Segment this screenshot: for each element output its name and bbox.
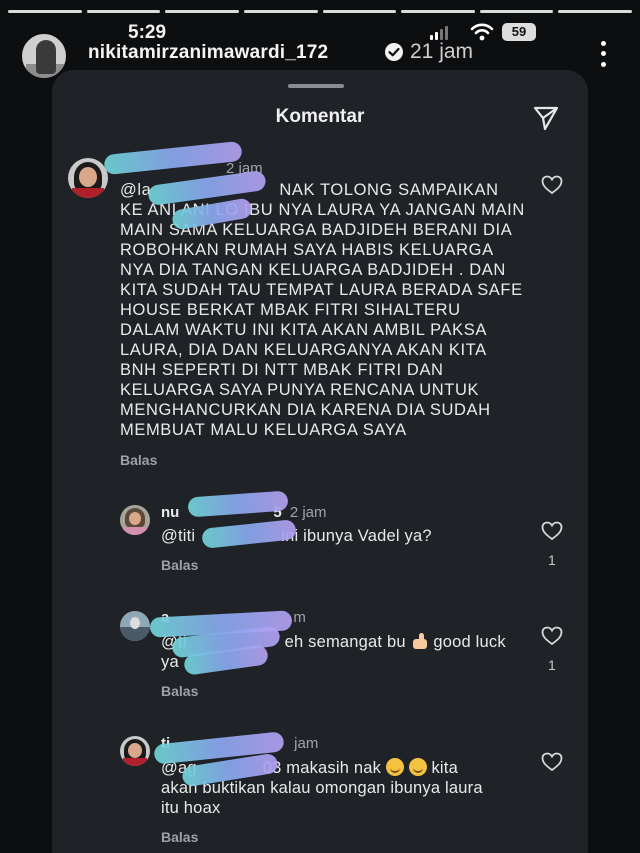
comment-time: m [293,609,306,626]
comment-avatar[interactable] [68,158,108,198]
reply-button[interactable]: Balas [161,557,198,573]
progress-segment [165,10,239,13]
like-count: 1 [548,552,556,568]
more-icon[interactable] [595,38,611,70]
progress-segment [401,10,475,13]
reply-button[interactable]: Balas [161,683,198,699]
progress-segment [8,10,82,13]
send-icon[interactable] [532,104,560,132]
comment-body-text: kita [431,759,458,777]
heart-icon[interactable] [541,752,563,772]
comment-body-text: itu hoax [161,799,221,817]
progress-segment [558,10,632,13]
heart-icon[interactable] [541,521,563,541]
story-progress [8,10,632,13]
comment-avatar[interactable] [120,611,150,641]
comment-body-text: good luck [433,633,506,651]
comment-body-text: makasih nak [286,759,382,777]
comment-time: jam [294,735,319,752]
sheet-drag-handle[interactable] [288,84,344,88]
story-time: 21 jam [410,40,474,63]
comment-avatar[interactable] [120,505,150,535]
verified-icon [385,43,403,61]
reply-button[interactable]: Balas [161,829,198,845]
smile-emoji-icon [385,758,404,776]
smile-emoji-icon [408,758,427,776]
thumbs-up-icon [411,632,429,650]
heart-icon[interactable] [541,175,563,195]
comment-time: 2 jam [289,504,327,521]
comment-mention[interactable]: @titi [161,527,195,545]
progress-segment [86,10,161,13]
comment-body-text: eh semangat bu [284,633,406,651]
comment-body-text: ini ibunya Vadel ya? [281,527,432,545]
like-count: 1 [548,657,556,673]
progress-segment [243,10,318,13]
comment-mention[interactable]: @la [120,181,151,199]
story-username[interactable]: nikitamirzanimawardi_172 [88,42,328,64]
progress-segment [322,10,397,13]
reply-button[interactable]: Balas [120,452,157,468]
heart-icon[interactable] [541,626,563,646]
comment-username[interactable]: nu [161,504,179,521]
comment-avatar[interactable] [120,736,150,766]
progress-segment [479,10,554,13]
